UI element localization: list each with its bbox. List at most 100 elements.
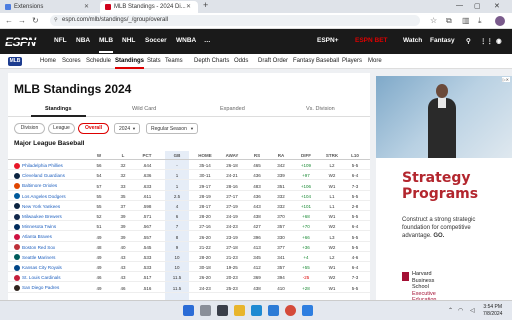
- team-name-link[interactable]: Kansas City Royals: [22, 265, 62, 270]
- reload-icon[interactable]: ↻: [32, 16, 39, 25]
- filter-overall[interactable]: Overall: [78, 123, 109, 134]
- col-home[interactable]: HOME: [194, 153, 216, 158]
- season-select[interactable]: 2024 ▼: [114, 123, 140, 134]
- team-logo-icon[interactable]: [14, 244, 20, 251]
- site-info-icon[interactable]: ⚲: [54, 17, 58, 23]
- downloads-icon[interactable]: ⤓: [478, 16, 482, 26]
- new-tab-button[interactable]: +: [203, 0, 208, 10]
- tab-standings[interactable]: Standings: [31, 106, 85, 117]
- advertisement[interactable]: ▷✕ Strategy Programs Construct a strong …: [376, 76, 512, 303]
- season-type-select[interactable]: Regular Season ▼: [146, 123, 198, 134]
- col-w[interactable]: W: [94, 153, 104, 158]
- team-logo-icon[interactable]: [14, 172, 20, 179]
- close-tab-icon[interactable]: ✕: [84, 3, 89, 10]
- col-gb[interactable]: GB: [165, 153, 189, 158]
- subnav-odds[interactable]: Odds: [234, 58, 248, 64]
- subnav-home[interactable]: Home: [40, 58, 56, 64]
- team-name-link[interactable]: Minnesota Twins: [22, 224, 56, 229]
- team-logo-icon[interactable]: [14, 203, 20, 210]
- maximize-button[interactable]: ▢: [474, 2, 481, 10]
- subnav-scores[interactable]: Scores: [62, 58, 81, 64]
- subnav-players[interactable]: Players: [342, 58, 362, 64]
- col-pct[interactable]: PCT: [138, 153, 156, 158]
- team-logo-icon[interactable]: [14, 182, 20, 189]
- nav-wnba[interactable]: WNBA: [176, 37, 196, 44]
- espn-logo[interactable]: ESPN: [5, 35, 43, 49]
- subnav-schedule[interactable]: Schedule: [86, 58, 111, 64]
- tab-vs-division[interactable]: Vs. Division: [306, 106, 335, 112]
- team-logo-icon[interactable]: [14, 162, 20, 169]
- nav-nfl[interactable]: NFL: [54, 37, 67, 44]
- espn-bet-link[interactable]: ESPN BET: [355, 37, 388, 44]
- nav-nba[interactable]: NBA: [76, 37, 90, 44]
- subnav-stats[interactable]: Stats: [147, 58, 161, 64]
- team-logo-icon[interactable]: [14, 274, 20, 281]
- col-diff[interactable]: DIFF: [297, 153, 315, 158]
- filter-division[interactable]: Division: [14, 123, 45, 134]
- tab-wild-card[interactable]: Wild Card: [132, 106, 156, 112]
- minimize-button[interactable]: —: [456, 2, 463, 9]
- team-logo-icon[interactable]: [14, 213, 20, 220]
- subnav-standings[interactable]: Standings: [115, 58, 145, 69]
- vscode-icon[interactable]: [302, 305, 313, 316]
- chrome-icon[interactable]: [285, 305, 296, 316]
- subnav-fantasy-baseball[interactable]: Fantasy Baseball: [293, 58, 339, 64]
- team-logo-icon[interactable]: [14, 233, 20, 240]
- team-name-link[interactable]: Cleveland Guardians: [22, 173, 65, 178]
- ad-choices-icon[interactable]: ▷✕: [501, 77, 510, 82]
- account-icon[interactable]: ◉: [496, 37, 502, 45]
- menu-grid-icon[interactable]: ⋮⋮: [480, 37, 493, 45]
- subnav-draft-order[interactable]: Draft Order: [258, 58, 288, 64]
- nav-nhl[interactable]: NHL: [122, 37, 135, 44]
- subnav-more[interactable]: More: [368, 58, 382, 64]
- close-tab-icon[interactable]: ✕: [186, 3, 191, 10]
- profile-avatar[interactable]: [495, 16, 505, 26]
- team-name-link[interactable]: Boston Red Sox: [22, 245, 55, 250]
- extensions-puzzle-icon[interactable]: ⧉: [446, 16, 452, 26]
- nav-watch[interactable]: Watch: [403, 37, 422, 44]
- team-name-link[interactable]: San Diego Padres: [22, 285, 59, 290]
- team-name-link[interactable]: Seattle Mariners: [22, 255, 55, 260]
- wifi-icon[interactable]: ◠: [458, 307, 463, 314]
- chevron-up-icon[interactable]: ⌃: [448, 307, 453, 314]
- team-name-link[interactable]: St. Louis Cardinals: [22, 275, 61, 280]
- file-explorer-icon[interactable]: [234, 305, 245, 316]
- tab-expanded[interactable]: Expanded: [220, 106, 245, 112]
- col-rs[interactable]: RS: [250, 153, 264, 158]
- team-logo-icon[interactable]: [14, 284, 20, 291]
- bookmark-star-icon[interactable]: ☆: [430, 16, 437, 25]
- col-l[interactable]: L: [118, 153, 128, 158]
- volume-icon[interactable]: ◁: [470, 307, 475, 314]
- subnav-teams[interactable]: Teams: [165, 58, 183, 64]
- team-name-link[interactable]: Los Angeles Dodgers: [22, 194, 66, 199]
- store-icon[interactable]: [268, 305, 279, 316]
- search-icon[interactable]: ⚲: [466, 37, 471, 45]
- close-window-button[interactable]: ✕: [494, 2, 500, 10]
- browser-tab-mlb-standings[interactable]: MLB Standings - 2024 Di... ✕: [100, 1, 198, 13]
- forward-arrow-icon[interactable]: →: [18, 16, 26, 25]
- taskbar-clock[interactable]: 3:54 PM 7/8/2024: [483, 304, 502, 317]
- col-ra[interactable]: RA: [274, 153, 288, 158]
- col-l10[interactable]: L10: [348, 153, 362, 158]
- search-icon[interactable]: [200, 305, 211, 316]
- filter-league[interactable]: League: [48, 123, 75, 134]
- nav-soccer[interactable]: Soccer: [145, 37, 167, 44]
- team-logo-icon[interactable]: [14, 264, 20, 271]
- team-name-link[interactable]: Baltimore Orioles: [22, 183, 57, 188]
- browser-tab-extensions[interactable]: Extensions ✕: [0, 1, 96, 13]
- nav-more[interactable]: …: [204, 37, 211, 44]
- nav-mlb[interactable]: MLB: [99, 37, 114, 53]
- edge-icon[interactable]: [251, 305, 262, 316]
- team-name-link[interactable]: Milwaukee Brewers: [22, 214, 62, 219]
- back-arrow-icon[interactable]: ←: [5, 16, 13, 25]
- url-input[interactable]: ⚲ espn.com/mlb/standings/_/group/overall: [50, 15, 420, 26]
- team-logo-icon[interactable]: [14, 193, 20, 200]
- team-name-link[interactable]: New York Yankees: [22, 204, 60, 209]
- team-name-link[interactable]: Atlanta Braves: [22, 234, 52, 239]
- subnav-depth-charts[interactable]: Depth Charts: [194, 58, 229, 64]
- task-view-icon[interactable]: [217, 305, 228, 316]
- start-icon[interactable]: [183, 305, 194, 316]
- team-logo-icon[interactable]: [14, 223, 20, 230]
- espn-plus-link[interactable]: ESPN+: [317, 37, 339, 44]
- nav-fantasy[interactable]: Fantasy: [430, 37, 455, 44]
